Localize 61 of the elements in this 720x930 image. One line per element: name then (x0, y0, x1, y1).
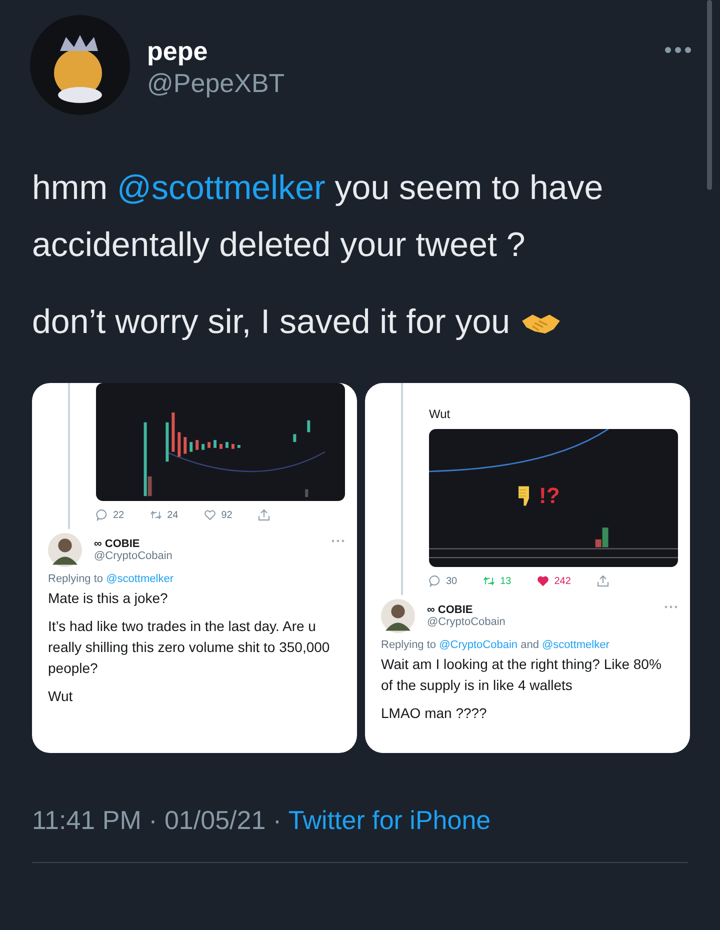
reply-text: Wut (48, 687, 74, 706)
candle (172, 412, 175, 452)
chart-annotation: !? (539, 483, 560, 509)
mention-link[interactable]: @scottmelker (542, 639, 610, 651)
avatar[interactable] (48, 533, 82, 567)
mention-link[interactable]: @CryptoCobain (439, 639, 518, 651)
candle (307, 420, 310, 432)
candle (202, 444, 205, 450)
source-link[interactable]: Twitter for iPhone (288, 805, 491, 835)
heart-icon (537, 575, 550, 587)
replying-to-text: Replying to @CryptoCobain and @scottmelker (381, 639, 610, 651)
candle (184, 437, 187, 454)
replying-to-text: Replying to @scottmelker (48, 573, 174, 585)
reply-text: Mate is this a joke? (48, 589, 169, 608)
author-name[interactable]: pepe (147, 35, 285, 67)
reply-button[interactable]: 30 (429, 575, 458, 587)
mention-link[interactable]: @scottmelker (106, 573, 174, 585)
share-icon[interactable] (258, 509, 270, 521)
author-name[interactable]: ∞ COBIE (427, 604, 664, 616)
reply-text: Wait am I looking at the right thing? Like 80% of the supply is in like 4 wallets (381, 655, 662, 695)
candle (293, 434, 296, 442)
share-icon[interactable] (596, 575, 609, 587)
tweet-text: don’t worry sir, I saved it for you (32, 294, 612, 351)
retweet-button[interactable]: 24 (150, 509, 178, 521)
retweet-icon (150, 509, 162, 521)
author-handle[interactable]: @PepeXBT (147, 67, 285, 99)
tweet-text: hmm @scottmelker you seem to have accidentally deleted your tweet ? (32, 168, 604, 266)
avatar[interactable] (381, 599, 415, 633)
candle (214, 440, 217, 448)
author-name[interactable]: ∞ COBIE (94, 538, 331, 550)
candle (208, 442, 211, 448)
reply-text: LMAO man ???? (381, 704, 488, 723)
screenshot-card[interactable]: 22 24 92 ∞ COBIE @CryptoCobain Replying to @scottmelker Mate is this a joke? It’s had like two trades in the last day. Are u really shilling this zero volume shit to 350,000 people? Wut (32, 383, 357, 753)
timestamp-text: 11:41 PM · 01/05/21 · Twitter for iPhone (32, 805, 492, 836)
reply-button[interactable]: 22 (96, 509, 124, 521)
volume-bar (148, 476, 152, 496)
like-button[interactable]: 92 (204, 509, 232, 521)
candle (178, 432, 181, 457)
candle (237, 444, 240, 448)
reply-text: It’s had like two trades in the last day. Are u really shilling this zero volume shit to 350,000 people? (48, 617, 331, 678)
author-handle[interactable]: @CryptoCobain (427, 616, 664, 628)
candle (225, 442, 228, 448)
heart-icon (204, 509, 216, 521)
more-icon[interactable] (664, 46, 692, 54)
candle (190, 442, 193, 452)
reply-icon (429, 575, 441, 587)
candle (166, 422, 169, 462)
author-handle[interactable]: @CryptoCobain (94, 550, 331, 562)
screenshot-card[interactable]: Wut !? 30 13 242 ∞ COBIE @CryptoCobain Replying to @CryptoCobain and @scottmelker Wait am I looking at the right thing? Like 80% of the supply is in like 4 wallets LMAO man ???? (365, 383, 690, 753)
volume-bar (305, 489, 308, 498)
like-button[interactable]: 242 (537, 575, 571, 587)
scrollbar[interactable] (707, 0, 712, 190)
candle (196, 440, 199, 450)
mention-link[interactable]: @scottmelker (117, 169, 326, 207)
avatar[interactable] (30, 15, 130, 115)
retweet-icon (483, 575, 496, 587)
tweet-text: Wut (429, 407, 452, 421)
candle (231, 444, 234, 449)
reply-icon (96, 509, 108, 521)
retweet-button[interactable]: 13 (483, 575, 512, 587)
candle (220, 444, 222, 449)
